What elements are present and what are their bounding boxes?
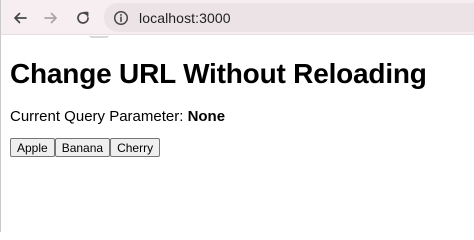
browser-window: localhost:3000 Change URL Without Reload… — [0, 0, 474, 232]
page-content: Change URL Without Reloading Current Que… — [10, 57, 472, 157]
reload-button[interactable] — [70, 5, 96, 31]
forward-button[interactable] — [38, 5, 64, 31]
apple-button[interactable]: Apple — [10, 138, 55, 157]
query-parameter-line: Current Query Parameter: None — [10, 108, 472, 126]
tab-edge-decoration — [89, 35, 109, 38]
page-title: Change URL Without Reloading — [10, 58, 427, 89]
cherry-button[interactable]: Cherry — [110, 138, 161, 157]
fruit-button-group: Apple Banana Cherry — [10, 138, 472, 157]
arrow-right-icon — [44, 12, 57, 24]
arrow-left-icon — [14, 12, 27, 24]
query-parameter-value: None — [187, 108, 226, 125]
site-info-button[interactable] — [111, 8, 130, 27]
browser-toolbar: localhost:3000 — [1, 0, 474, 35]
query-parameter-label: Current Query Parameter: — [10, 108, 188, 125]
reload-icon — [77, 11, 89, 24]
url-text[interactable]: localhost:3000 — [139, 10, 231, 26]
address-bar[interactable]: localhost:3000 — [104, 3, 474, 32]
site-info-icon — [113, 10, 128, 25]
banana-button[interactable]: Banana — [54, 138, 111, 157]
back-button[interactable] — [7, 5, 33, 31]
